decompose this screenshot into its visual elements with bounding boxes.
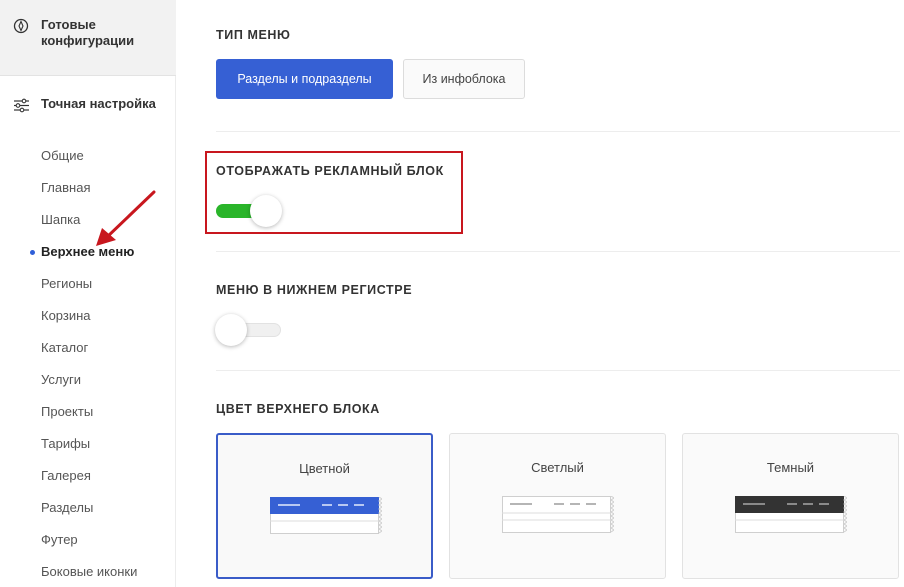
color-option-colored[interactable]: Цветной <box>216 433 433 579</box>
sidebar-item-tariffs[interactable]: Тарифы <box>0 428 176 460</box>
sidebar-item-footer[interactable]: Футер <box>0 524 176 556</box>
sidebar: Готовые конфигурации Точная настройка Об… <box>0 0 176 587</box>
sidebar-item-label: Регионы <box>41 276 93 291</box>
sidebar-item-label: Каталог <box>41 340 89 355</box>
sidebar-section-fine-tuning[interactable]: Точная настройка <box>12 96 161 114</box>
color-option-label: Светлый <box>531 460 584 475</box>
color-option-label: Цветной <box>299 461 350 476</box>
toggle-knob <box>215 314 247 346</box>
sidebar-item-label: Тарифы <box>41 436 91 451</box>
sidebar-item-label: Услуги <box>41 372 81 387</box>
sidebar-section-label: Точная настройка <box>41 96 156 111</box>
sidebar-section-label: Готовые конфигурации <box>41 17 135 48</box>
divider <box>216 131 900 132</box>
sidebar-item-sections[interactable]: Разделы <box>0 492 176 524</box>
compass-icon <box>12 17 30 35</box>
sidebar-item-gallery[interactable]: Галерея <box>0 460 176 492</box>
divider <box>216 370 900 371</box>
sidebar-item-label: Главная <box>41 180 91 195</box>
dark-header-preview-icon <box>735 496 847 533</box>
active-dot <box>30 250 35 255</box>
divider <box>216 251 900 252</box>
sidebar-item-label: Корзина <box>41 308 91 323</box>
sidebar-item-label: Футер <box>41 532 78 547</box>
sidebar-item-label: Общие <box>41 148 84 163</box>
menu-type-infoblock-button[interactable]: Из инфоблока <box>403 59 525 99</box>
lowercase-menu-title: МЕНЮ В НИЖНЕМ РЕГИСТРЕ <box>216 283 413 297</box>
sidebar-item-side-icons[interactable]: Боковые иконки <box>0 556 176 587</box>
light-header-preview-icon <box>502 496 614 533</box>
colored-header-preview-icon <box>270 497 382 534</box>
sidebar-item-projects[interactable]: Проекты <box>0 396 176 428</box>
sidebar-item-catalog[interactable]: Каталог <box>0 332 176 364</box>
annotation-arrow-icon <box>96 190 156 246</box>
sidebar-item-services[interactable]: Услуги <box>0 364 176 396</box>
settings-panel: ТИП МЕНЮ Разделы и подразделы Из инфобло… <box>215 0 904 587</box>
sidebar-item-general[interactable]: Общие <box>0 140 176 172</box>
sidebar-item-regions[interactable]: Регионы <box>0 268 176 300</box>
sidebar-section-presets[interactable]: Готовые конфигурации <box>12 17 161 49</box>
sidebar-item-label: Шапка <box>41 212 81 227</box>
sidebar-item-cart[interactable]: Корзина <box>0 300 176 332</box>
sliders-icon <box>12 96 30 114</box>
color-option-light[interactable]: Светлый <box>449 433 666 579</box>
highlight-box <box>205 151 463 234</box>
sidebar-item-label: Боковые иконки <box>41 564 138 579</box>
top-block-color-title: ЦВЕТ ВЕРХНЕГО БЛОКА <box>216 402 380 416</box>
sidebar-item-label: Галерея <box>41 468 91 483</box>
color-option-label: Темный <box>766 460 815 475</box>
sidebar-item-label: Разделы <box>41 500 94 515</box>
lowercase-menu-toggle[interactable] <box>215 314 281 346</box>
sidebar-item-label: Проекты <box>41 404 94 419</box>
menu-type-title: ТИП МЕНЮ <box>216 28 291 42</box>
color-option-dark[interactable]: Темный <box>682 433 899 579</box>
menu-type-sections-button[interactable]: Разделы и подразделы <box>216 59 393 99</box>
